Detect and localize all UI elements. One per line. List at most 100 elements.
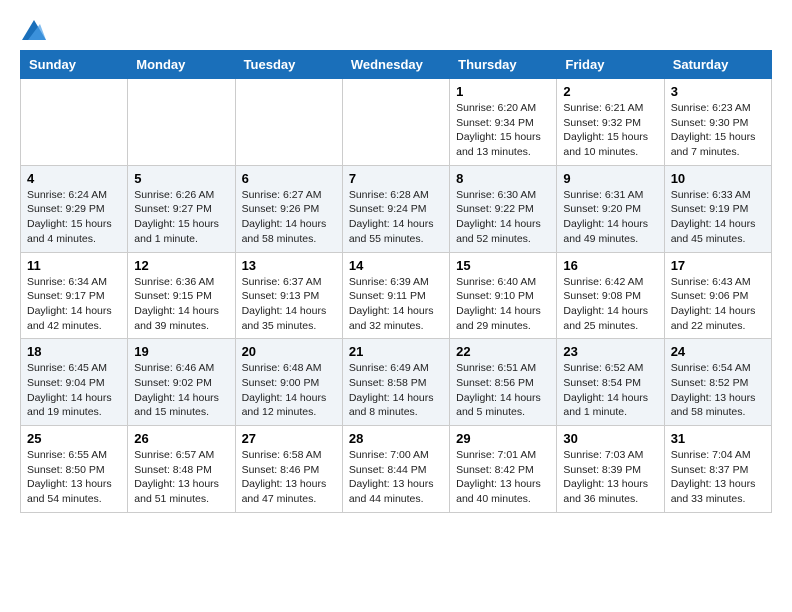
logo bbox=[20, 20, 46, 40]
day-of-week-header: Monday bbox=[128, 51, 235, 79]
day-number: 29 bbox=[456, 431, 550, 446]
calendar-cell: 6 Sunrise: 6:27 AM Sunset: 9:26 PM Daylig… bbox=[235, 165, 342, 252]
day-number: 27 bbox=[242, 431, 336, 446]
day-number: 11 bbox=[27, 258, 121, 273]
calendar-cell: 8Sunrise: 6:30 AM Sunset: 9:22 PM Daylig… bbox=[450, 165, 557, 252]
day-detail: Sunrise: 6:46 AM Sunset: 9:02 PM Dayligh… bbox=[134, 361, 228, 420]
calendar-cell: 24Sunrise: 6:54 AM Sunset: 8:52 PM Dayli… bbox=[664, 339, 771, 426]
day-detail: Sunrise: 6:23 AM Sunset: 9:30 PM Dayligh… bbox=[671, 101, 765, 160]
day-of-week-header: Wednesday bbox=[342, 51, 449, 79]
calendar-cell: 10 Sunrise: 6:33 AM Sunset: 9:19 PM Dayli… bbox=[664, 165, 771, 252]
day-detail: Sunrise: 7:01 AM Sunset: 8:42 PM Dayligh… bbox=[456, 448, 550, 507]
calendar-cell: 23 Sunrise: 6:52 AM Sunset: 8:54 PM Dayli… bbox=[557, 339, 664, 426]
day-number: 9 bbox=[563, 171, 657, 186]
day-number: 15 bbox=[456, 258, 550, 273]
calendar-week-row: 18 Sunrise: 6:45 AM Sunset: 9:04 PM Dayli… bbox=[21, 339, 772, 426]
calendar-cell: 5 Sunrise: 6:26 AM Sunset: 9:27 PM Daylig… bbox=[128, 165, 235, 252]
calendar-header-row: SundayMondayTuesdayWednesdayThursdayFrid… bbox=[21, 51, 772, 79]
day-detail: Sunrise: 6:52 AM Sunset: 8:54 PM Dayligh… bbox=[563, 361, 657, 420]
day-number: 14 bbox=[349, 258, 443, 273]
calendar-cell: 1Sunrise: 6:20 AM Sunset: 9:34 PM Daylig… bbox=[450, 79, 557, 166]
calendar-cell: 27 Sunrise: 6:58 AM Sunset: 8:46 PM Dayli… bbox=[235, 426, 342, 513]
day-detail: Sunrise: 6:36 AM Sunset: 9:15 PM Dayligh… bbox=[134, 275, 228, 334]
calendar-table: SundayMondayTuesdayWednesdayThursdayFrid… bbox=[20, 50, 772, 513]
calendar-week-row: 25 Sunrise: 6:55 AM Sunset: 8:50 PM Dayli… bbox=[21, 426, 772, 513]
day-number: 19 bbox=[134, 344, 228, 359]
day-number: 31 bbox=[671, 431, 765, 446]
day-of-week-header: Saturday bbox=[664, 51, 771, 79]
day-number: 12 bbox=[134, 258, 228, 273]
calendar-cell: 4 Sunrise: 6:24 AM Sunset: 9:29 PM Daylig… bbox=[21, 165, 128, 252]
day-number: 16 bbox=[563, 258, 657, 273]
day-number: 20 bbox=[242, 344, 336, 359]
calendar-cell bbox=[128, 79, 235, 166]
calendar-cell: 30 Sunrise: 7:03 AM Sunset: 8:39 PM Dayli… bbox=[557, 426, 664, 513]
calendar-cell: 12 Sunrise: 6:36 AM Sunset: 9:15 PM Dayli… bbox=[128, 252, 235, 339]
calendar-cell bbox=[21, 79, 128, 166]
day-number: 10 bbox=[671, 171, 765, 186]
calendar-cell: 25 Sunrise: 6:55 AM Sunset: 8:50 PM Dayli… bbox=[21, 426, 128, 513]
day-detail: Sunrise: 6:21 AM Sunset: 9:32 PM Dayligh… bbox=[563, 101, 657, 160]
day-detail: Sunrise: 6:45 AM Sunset: 9:04 PM Dayligh… bbox=[27, 361, 121, 420]
day-number: 3 bbox=[671, 84, 765, 99]
day-number: 8 bbox=[456, 171, 550, 186]
day-number: 6 bbox=[242, 171, 336, 186]
calendar-cell: 19 Sunrise: 6:46 AM Sunset: 9:02 PM Dayli… bbox=[128, 339, 235, 426]
calendar-cell: 15 Sunrise: 6:40 AM Sunset: 9:10 PM Dayli… bbox=[450, 252, 557, 339]
day-detail: Sunrise: 6:48 AM Sunset: 9:00 PM Dayligh… bbox=[242, 361, 336, 420]
day-detail: Sunrise: 6:40 AM Sunset: 9:10 PM Dayligh… bbox=[456, 275, 550, 334]
day-number: 4 bbox=[27, 171, 121, 186]
day-number: 13 bbox=[242, 258, 336, 273]
day-detail: Sunrise: 6:58 AM Sunset: 8:46 PM Dayligh… bbox=[242, 448, 336, 507]
day-detail: Sunrise: 6:27 AM Sunset: 9:26 PM Dayligh… bbox=[242, 188, 336, 247]
day-number: 28 bbox=[349, 431, 443, 446]
day-number: 2 bbox=[563, 84, 657, 99]
day-number: 23 bbox=[563, 344, 657, 359]
page-header bbox=[20, 20, 772, 40]
day-number: 26 bbox=[134, 431, 228, 446]
day-number: 5 bbox=[134, 171, 228, 186]
day-number: 24 bbox=[671, 344, 765, 359]
day-detail: Sunrise: 6:51 AM Sunset: 8:56 PM Dayligh… bbox=[456, 361, 550, 420]
calendar-week-row: 1Sunrise: 6:20 AM Sunset: 9:34 PM Daylig… bbox=[21, 79, 772, 166]
day-detail: Sunrise: 7:03 AM Sunset: 8:39 PM Dayligh… bbox=[563, 448, 657, 507]
calendar-cell: 11 Sunrise: 6:34 AM Sunset: 9:17 PM Dayli… bbox=[21, 252, 128, 339]
calendar-cell: 26 Sunrise: 6:57 AM Sunset: 8:48 PM Dayli… bbox=[128, 426, 235, 513]
calendar-cell bbox=[342, 79, 449, 166]
calendar-cell: 7Sunrise: 6:28 AM Sunset: 9:24 PM Daylig… bbox=[342, 165, 449, 252]
calendar-cell: 13Sunrise: 6:37 AM Sunset: 9:13 PM Dayli… bbox=[235, 252, 342, 339]
day-of-week-header: Tuesday bbox=[235, 51, 342, 79]
day-number: 21 bbox=[349, 344, 443, 359]
day-detail: Sunrise: 7:04 AM Sunset: 8:37 PM Dayligh… bbox=[671, 448, 765, 507]
day-number: 25 bbox=[27, 431, 121, 446]
day-detail: Sunrise: 6:42 AM Sunset: 9:08 PM Dayligh… bbox=[563, 275, 657, 334]
day-detail: Sunrise: 6:24 AM Sunset: 9:29 PM Dayligh… bbox=[27, 188, 121, 247]
day-detail: Sunrise: 6:55 AM Sunset: 8:50 PM Dayligh… bbox=[27, 448, 121, 507]
calendar-cell: 14 Sunrise: 6:39 AM Sunset: 9:11 PM Dayli… bbox=[342, 252, 449, 339]
day-of-week-header: Thursday bbox=[450, 51, 557, 79]
day-detail: Sunrise: 6:49 AM Sunset: 8:58 PM Dayligh… bbox=[349, 361, 443, 420]
calendar-cell: 20 Sunrise: 6:48 AM Sunset: 9:00 PM Dayli… bbox=[235, 339, 342, 426]
day-of-week-header: Sunday bbox=[21, 51, 128, 79]
day-number: 30 bbox=[563, 431, 657, 446]
calendar-week-row: 4 Sunrise: 6:24 AM Sunset: 9:29 PM Daylig… bbox=[21, 165, 772, 252]
day-detail: Sunrise: 6:33 AM Sunset: 9:19 PM Dayligh… bbox=[671, 188, 765, 247]
calendar-cell: 2 Sunrise: 6:21 AM Sunset: 9:32 PM Daylig… bbox=[557, 79, 664, 166]
day-detail: Sunrise: 7:00 AM Sunset: 8:44 PM Dayligh… bbox=[349, 448, 443, 507]
day-detail: Sunrise: 6:43 AM Sunset: 9:06 PM Dayligh… bbox=[671, 275, 765, 334]
calendar-cell: 22 Sunrise: 6:51 AM Sunset: 8:56 PM Dayli… bbox=[450, 339, 557, 426]
calendar-cell: 17Sunrise: 6:43 AM Sunset: 9:06 PM Dayli… bbox=[664, 252, 771, 339]
day-detail: Sunrise: 6:34 AM Sunset: 9:17 PM Dayligh… bbox=[27, 275, 121, 334]
day-detail: Sunrise: 6:57 AM Sunset: 8:48 PM Dayligh… bbox=[134, 448, 228, 507]
day-detail: Sunrise: 6:39 AM Sunset: 9:11 PM Dayligh… bbox=[349, 275, 443, 334]
calendar-cell: 31 Sunrise: 7:04 AM Sunset: 8:37 PM Dayli… bbox=[664, 426, 771, 513]
day-detail: Sunrise: 6:26 AM Sunset: 9:27 PM Dayligh… bbox=[134, 188, 228, 247]
calendar-cell: 21 Sunrise: 6:49 AM Sunset: 8:58 PM Dayli… bbox=[342, 339, 449, 426]
calendar-cell: 18 Sunrise: 6:45 AM Sunset: 9:04 PM Dayli… bbox=[21, 339, 128, 426]
calendar-cell bbox=[235, 79, 342, 166]
logo-icon bbox=[22, 20, 46, 40]
day-number: 18 bbox=[27, 344, 121, 359]
day-detail: Sunrise: 6:28 AM Sunset: 9:24 PM Dayligh… bbox=[349, 188, 443, 247]
calendar-cell: 29 Sunrise: 7:01 AM Sunset: 8:42 PM Dayli… bbox=[450, 426, 557, 513]
day-number: 22 bbox=[456, 344, 550, 359]
